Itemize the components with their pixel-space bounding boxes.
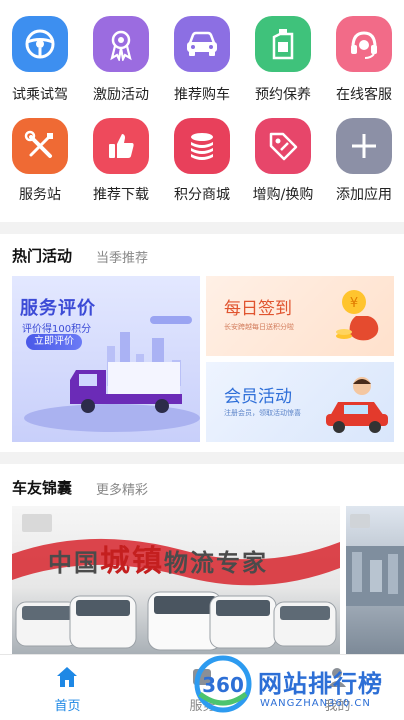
friends-banner-carousel[interactable]: 中国城镇物流专家	[0, 506, 404, 654]
coin-bag-icon: ¥	[336, 290, 379, 341]
member-car-illustration	[326, 377, 388, 433]
service-review-card[interactable]: 服务评价 评价得100积分 立即评价	[12, 276, 200, 442]
watermark-logo-icon: 360	[194, 655, 252, 713]
svg-text:¥: ¥	[350, 296, 358, 311]
thumbs-up-icon	[93, 118, 149, 174]
watermark-badge-text: 360	[202, 673, 244, 697]
friends-section-title: 车友锦囊	[12, 479, 73, 497]
grid-item-points-mall[interactable]: 积分商城	[162, 108, 242, 216]
grid-item-label: 增购/换购	[252, 187, 314, 203]
section-divider	[0, 452, 404, 464]
grid-item-label: 推荐购车	[174, 87, 230, 103]
grid-item-label: 服务站	[19, 187, 61, 203]
car-icon	[174, 16, 230, 72]
grid-item-label: 添加应用	[336, 187, 392, 203]
home-icon	[57, 667, 77, 687]
tab-home[interactable]: 首页	[0, 655, 135, 720]
wrench-screwdriver-icon	[12, 118, 68, 174]
grid-item-online-service[interactable]: 在线客服	[324, 0, 404, 108]
hot-section-subtitle[interactable]: 当季推荐	[96, 247, 148, 266]
slogan-part-1: 中国	[48, 549, 100, 577]
grid-item-label: 激励活动	[93, 87, 149, 103]
grid-item-add-app[interactable]: 添加应用	[324, 108, 404, 216]
member-card-title: 会员活动	[224, 387, 292, 407]
banner-next-slide[interactable]	[346, 506, 404, 654]
slogan-part-2: 物流专家	[164, 549, 268, 577]
grid-item-label: 推荐下载	[93, 187, 149, 203]
plus-icon	[336, 118, 392, 174]
section-divider	[0, 222, 404, 234]
daily-sign-in-card[interactable]: 每日签到 长安跨越每日送积分啦 ¥	[206, 276, 394, 356]
award-badge-icon	[93, 16, 149, 72]
friends-section-subtitle[interactable]: 更多精彩	[96, 479, 148, 498]
grid-item-label: 积分商城	[174, 187, 230, 203]
slogan-highlight: 城镇	[100, 544, 164, 579]
grid-item-service-station[interactable]: 服务站	[0, 108, 80, 216]
truck-illustration	[24, 316, 200, 432]
grid-item-test-drive[interactable]: 试乘试驾	[0, 0, 80, 108]
headset-icon	[336, 16, 392, 72]
watermark-text: 网站排行榜	[258, 670, 383, 698]
grid-item-incentive[interactable]: 激励活动	[81, 0, 161, 108]
watermark-subtext: WANGZHAN360.CN	[260, 698, 371, 709]
vans-illustration	[15, 591, 337, 651]
coin-stack-icon	[174, 118, 230, 174]
grid-item-recommend-download[interactable]: 推荐下载	[81, 108, 161, 216]
oil-can-icon	[255, 16, 311, 72]
feature-grid: 试乘试驾 激励活动 推荐购车 预约保养 在线客服 服务站 推荐下载 积分商城 增…	[0, 0, 404, 216]
hot-section-title: 热门活动	[12, 247, 73, 265]
banner-slide[interactable]: 中国城镇物流专家	[12, 506, 340, 654]
grid-item-label: 试乘试驾	[12, 87, 68, 103]
grid-item-maintenance[interactable]: 预约保养	[243, 0, 323, 108]
tag-icon	[255, 118, 311, 174]
sign-in-card-title: 每日签到	[224, 299, 292, 319]
member-card-subtitle: 注册会员，领取活动惊喜	[224, 409, 301, 417]
grid-item-trade-in[interactable]: 增购/换购	[243, 108, 323, 216]
grid-item-label: 预约保养	[255, 87, 311, 103]
grid-item-label: 在线客服	[336, 87, 392, 103]
sign-in-card-subtitle: 长安跨越每日送积分啦	[224, 323, 294, 331]
tab-label: 首页	[54, 699, 81, 714]
banner-slogan: 中国城镇物流专家	[48, 536, 268, 580]
member-activity-card[interactable]: 会员活动 注册会员，领取活动惊喜	[206, 362, 394, 442]
next-slide-preview	[346, 514, 404, 606]
grid-item-recommend-buy[interactable]: 推荐购车	[162, 0, 242, 108]
site-watermark: 360 网站排行榜 WANGZHAN360.CN	[188, 650, 400, 720]
steering-wheel-icon	[12, 16, 68, 72]
